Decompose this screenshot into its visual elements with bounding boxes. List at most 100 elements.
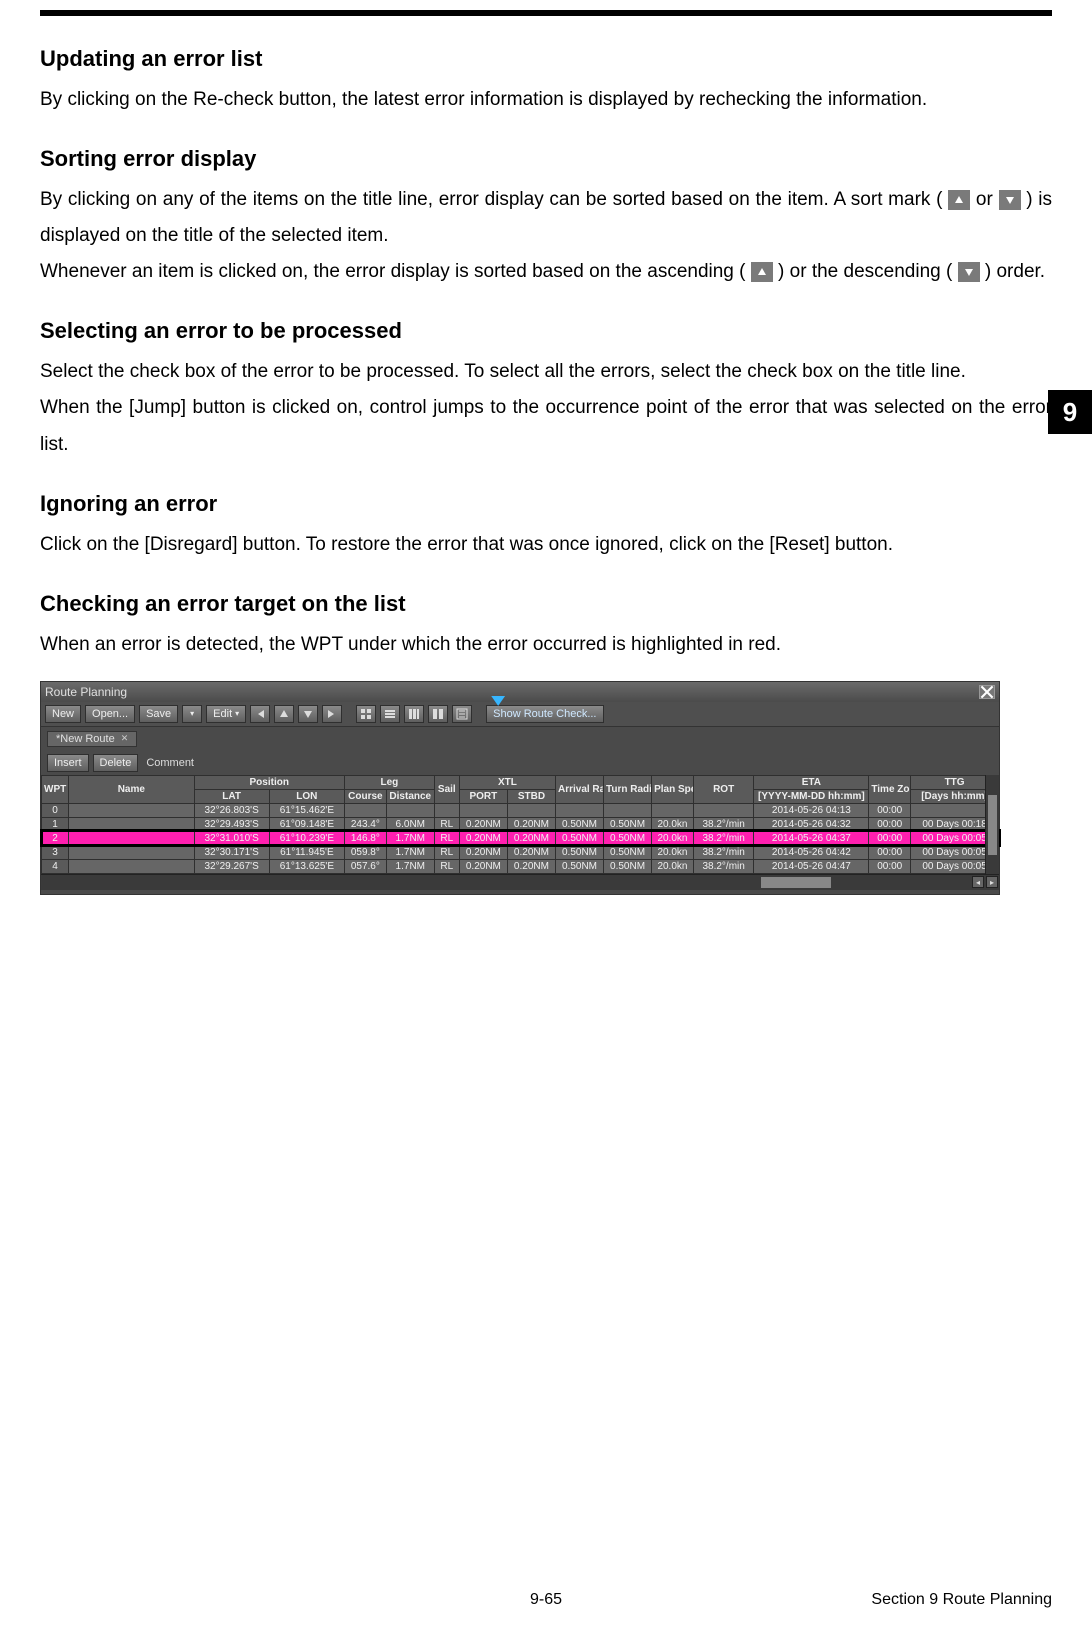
cell[interactable]: 0.50NM <box>555 817 603 831</box>
cell[interactable]: 146.8° <box>344 831 386 845</box>
save-button[interactable]: Save <box>139 705 178 723</box>
cell[interactable]: 2 <box>42 831 69 845</box>
col-name[interactable]: Name <box>69 775 194 803</box>
cell[interactable]: RL <box>434 817 459 831</box>
view-grid-icon[interactable] <box>356 705 376 723</box>
scroll-thumb[interactable] <box>988 795 997 855</box>
cell[interactable]: 1.7NM <box>386 845 434 859</box>
cell[interactable] <box>69 803 194 817</box>
cell[interactable]: 0.50NM <box>604 859 652 873</box>
cell[interactable]: 38.2°/min <box>693 845 754 859</box>
cell[interactable]: 1.7NM <box>386 859 434 873</box>
cell[interactable] <box>555 803 603 817</box>
cell[interactable]: 38.2°/min <box>693 817 754 831</box>
cell[interactable]: 2014-05-26 04:42 <box>754 845 869 859</box>
cell[interactable]: 4 <box>42 859 69 873</box>
col-eta-fmt[interactable]: [YYYY-MM-DD hh:mm] <box>754 789 869 803</box>
cell[interactable]: 32°29.493'S <box>194 817 269 831</box>
table-row[interactable]: 232°31.010'S61°10.239'E146.8°1.7NMRL0.20… <box>42 831 999 845</box>
cell[interactable]: 0.50NM <box>555 831 603 845</box>
save-dropdown-button[interactable]: ▾ <box>182 705 202 723</box>
cell[interactable]: 32°31.010'S <box>194 831 269 845</box>
cell[interactable]: 61°09.148'E <box>269 817 344 831</box>
cell[interactable]: 0.20NM <box>459 831 507 845</box>
col-distance[interactable]: Distance <box>386 789 434 803</box>
col-leg[interactable]: Leg <box>344 775 434 789</box>
cell[interactable]: 2014-05-26 04:32 <box>754 817 869 831</box>
cell[interactable]: 38.2°/min <box>693 859 754 873</box>
cell[interactable] <box>434 803 459 817</box>
table-row[interactable]: 432°29.267'S61°13.625'E057.6°1.7NMRL0.20… <box>42 859 999 873</box>
cell[interactable] <box>459 803 507 817</box>
cell[interactable]: 00:00 <box>869 845 911 859</box>
cell[interactable]: 2014-05-26 04:13 <box>754 803 869 817</box>
cell[interactable]: RL <box>434 845 459 859</box>
new-button[interactable]: New <box>45 705 81 723</box>
col-course[interactable]: Course <box>344 789 386 803</box>
cell[interactable]: 2014-05-26 04:47 <box>754 859 869 873</box>
cell[interactable]: 00:00 <box>869 859 911 873</box>
table-row[interactable]: 332°30.171'S61°11.945'E059.8°1.7NMRL0.20… <box>42 845 999 859</box>
nav-up-icon[interactable] <box>274 705 294 723</box>
col-lat[interactable]: LAT <box>194 789 269 803</box>
cell[interactable]: 3 <box>42 845 69 859</box>
nav-first-icon[interactable] <box>250 705 270 723</box>
col-eta[interactable]: ETA <box>754 775 869 789</box>
cell[interactable]: 1 <box>42 817 69 831</box>
cell[interactable] <box>344 803 386 817</box>
view-columns-icon[interactable] <box>404 705 424 723</box>
view-settings-icon[interactable] <box>452 705 472 723</box>
edit-button[interactable]: Edit▾ <box>206 705 246 723</box>
cell[interactable]: RL <box>434 831 459 845</box>
cell[interactable]: 2014-05-26 04:37 <box>754 831 869 845</box>
table-row[interactable]: 032°26.803'S61°15.462'E2014-05-26 04:130… <box>42 803 999 817</box>
col-stbd[interactable]: STBD <box>507 789 555 803</box>
cell[interactable]: 0.20NM <box>507 859 555 873</box>
cell[interactable]: 00:00 <box>869 803 911 817</box>
cell[interactable] <box>69 859 194 873</box>
cell[interactable]: 0.50NM <box>555 859 603 873</box>
col-wpt-no[interactable]: WPT No. <box>42 775 69 803</box>
cell[interactable]: 32°29.267'S <box>194 859 269 873</box>
cell[interactable]: 0.20NM <box>507 831 555 845</box>
cell[interactable] <box>69 845 194 859</box>
cell[interactable]: 20.0kn <box>652 845 694 859</box>
cell[interactable]: 20.0kn <box>652 859 694 873</box>
cell[interactable]: 0.20NM <box>507 817 555 831</box>
view-split-icon[interactable] <box>428 705 448 723</box>
nav-last-icon[interactable] <box>322 705 342 723</box>
cell[interactable]: 0.20NM <box>507 845 555 859</box>
col-lon[interactable]: LON <box>269 789 344 803</box>
cell[interactable]: RL <box>434 859 459 873</box>
cell[interactable]: 0 <box>42 803 69 817</box>
cell[interactable]: 0.50NM <box>604 817 652 831</box>
cell[interactable] <box>652 803 694 817</box>
cell[interactable]: 0.50NM <box>604 831 652 845</box>
cell[interactable]: 00:00 <box>869 817 911 831</box>
cell[interactable]: 61°15.462'E <box>269 803 344 817</box>
col-xtl[interactable]: XTL <box>459 775 555 789</box>
vertical-scrollbar[interactable] <box>985 775 999 876</box>
cell[interactable]: 61°10.239'E <box>269 831 344 845</box>
cell[interactable]: 00:00 <box>869 831 911 845</box>
cell[interactable]: 0.20NM <box>459 859 507 873</box>
col-plan[interactable]: Plan Speed <box>652 775 694 803</box>
delete-button[interactable]: Delete <box>93 754 139 772</box>
close-icon[interactable] <box>979 685 995 699</box>
cell[interactable] <box>604 803 652 817</box>
cell[interactable]: 6.0NM <box>386 817 434 831</box>
cell[interactable]: 1.7NM <box>386 831 434 845</box>
tab-close-icon[interactable]: ✕ <box>121 733 129 744</box>
cell[interactable] <box>693 803 754 817</box>
cell[interactable]: 20.0kn <box>652 831 694 845</box>
cell[interactable] <box>69 817 194 831</box>
nav-down-icon[interactable] <box>298 705 318 723</box>
col-tz[interactable]: Time Zone <box>869 775 911 803</box>
cell[interactable]: 38.2°/min <box>693 831 754 845</box>
open-button[interactable]: Open... <box>85 705 135 723</box>
tab-new-route[interactable]: *New Route ✕ <box>47 731 137 747</box>
col-arrival[interactable]: Arrival Radius <box>555 775 603 803</box>
cell[interactable]: 0.50NM <box>604 845 652 859</box>
scroll-thumb[interactable] <box>761 877 831 888</box>
cell[interactable] <box>386 803 434 817</box>
